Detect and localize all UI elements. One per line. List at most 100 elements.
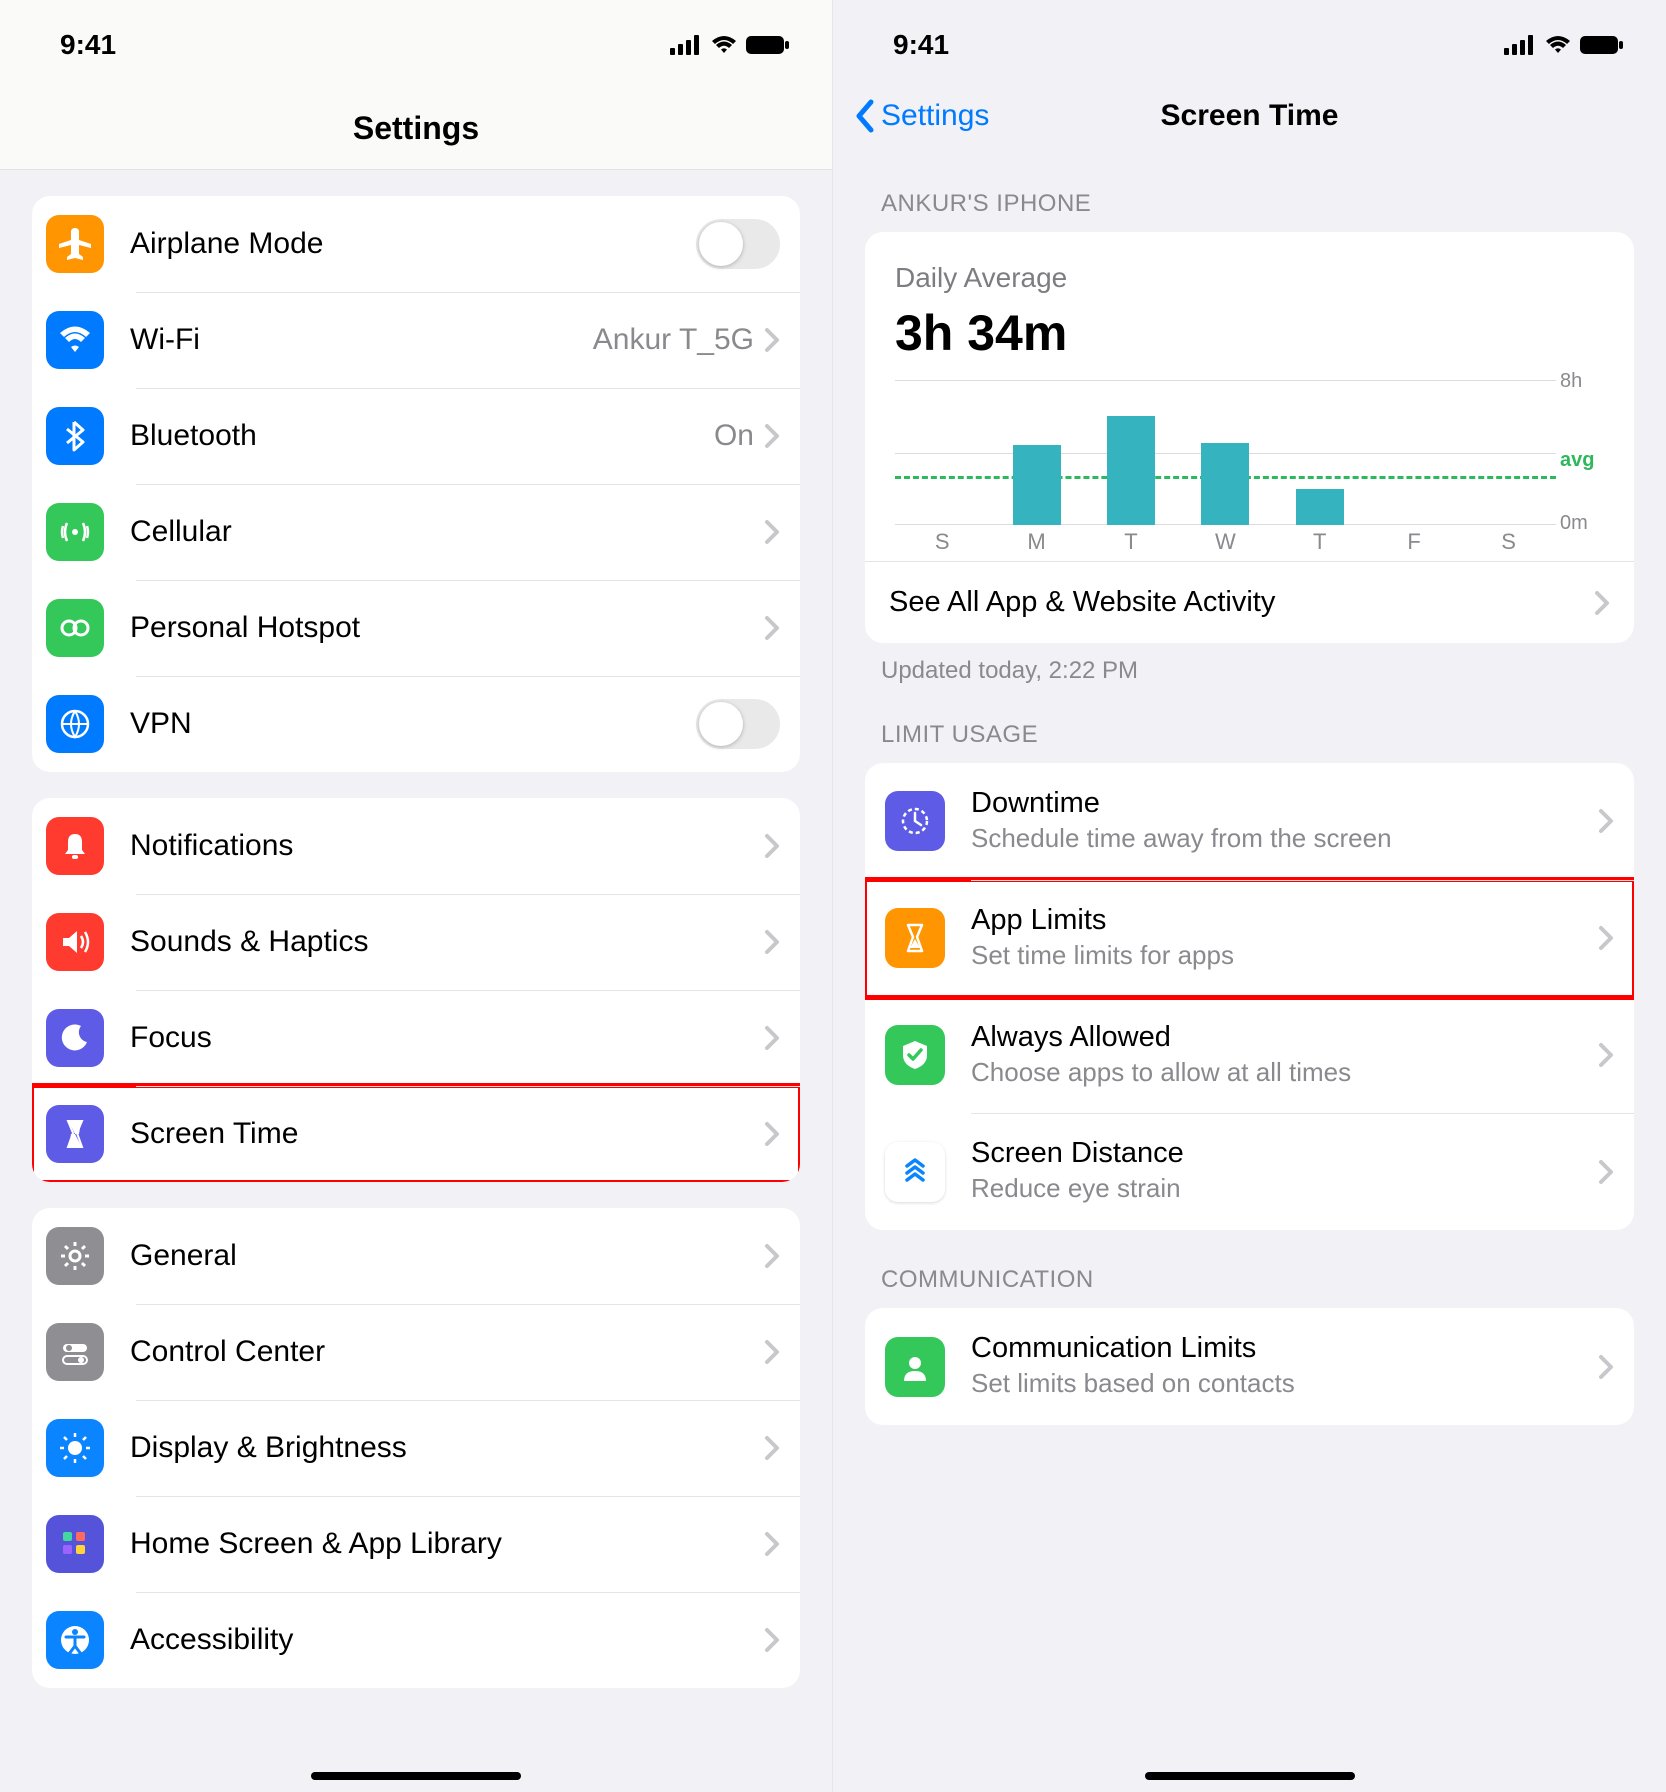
row-label: Bluetooth (130, 419, 714, 453)
back-button[interactable]: Settings (853, 98, 989, 134)
settings-group: Airplane ModeWi-FiAnkur T_5GBluetoothOnC… (32, 196, 800, 772)
settings-row-display-brightness[interactable]: Display & Brightness (32, 1400, 800, 1496)
daily-average-card[interactable]: Daily Average 3h 34m SMTWTFS 8h avg 0m S… (865, 232, 1634, 643)
row-title: Always Allowed (971, 1021, 1598, 1054)
ytick-bottom: 0m (1560, 512, 1604, 535)
chevron-right-icon (1594, 590, 1610, 616)
limit-row-always-allowed[interactable]: Always AllowedChoose apps to allow at al… (865, 997, 1634, 1114)
screentime-icon (46, 1105, 104, 1163)
row-label: Wi-Fi (130, 323, 593, 357)
device-section-header: ANKUR'S IPHONE (881, 190, 1634, 218)
settings-row-sounds-haptics[interactable]: Sounds & Haptics (32, 894, 800, 990)
chart-bar (1296, 489, 1344, 525)
daily-average-value: 3h 34m (895, 304, 1604, 362)
comm-row-communication-limits[interactable]: Communication LimitsSet limits based on … (865, 1308, 1634, 1425)
chart-bar (1013, 445, 1061, 525)
chevron-right-icon (1598, 1354, 1614, 1380)
settings-groups: Airplane ModeWi-FiAnkur T_5GBluetoothOnC… (0, 170, 832, 1688)
updated-label: Updated today, 2:22 PM (881, 657, 1666, 685)
back-label: Settings (881, 99, 989, 133)
row-label: Accessibility (130, 1623, 764, 1657)
battery-icon (746, 35, 790, 55)
notifications-icon (46, 817, 104, 875)
accessibility-icon (46, 1611, 104, 1669)
row-title: Downtime (971, 787, 1598, 820)
wifi-status-icon (710, 35, 738, 55)
chevron-right-icon (764, 1435, 780, 1461)
settings-row-vpn[interactable]: VPN (32, 676, 800, 772)
settings-row-airplane-mode[interactable]: Airplane Mode (32, 196, 800, 292)
limit-row-downtime[interactable]: DowntimeSchedule time away from the scre… (865, 763, 1634, 880)
settings-row-control-center[interactable]: Control Center (32, 1304, 800, 1400)
general-icon (46, 1227, 104, 1285)
vpn-icon (46, 695, 104, 753)
applimits-icon (885, 908, 945, 968)
row-label: Sounds & Haptics (130, 925, 764, 959)
chart-xlabel: F (1367, 529, 1461, 555)
home-indicator[interactable] (1145, 1772, 1355, 1780)
homescreen-icon (46, 1515, 104, 1573)
row-subtitle: Schedule time away from the screen (971, 822, 1598, 856)
limit-row-screen-distance[interactable]: Screen DistanceReduce eye strain (865, 1113, 1634, 1230)
row-label: Screen Time (130, 1117, 764, 1151)
commlimits-icon (885, 1337, 945, 1397)
row-text: Screen DistanceReduce eye strain (971, 1137, 1598, 1206)
settings-row-home-screen-app-library[interactable]: Home Screen & App Library (32, 1496, 800, 1592)
row-title: Communication Limits (971, 1332, 1598, 1365)
settings-row-cellular[interactable]: Cellular (32, 484, 800, 580)
row-subtitle: Set limits based on contacts (971, 1367, 1598, 1401)
settings-row-screen-time[interactable]: Screen Time (32, 1086, 800, 1182)
cellular-signal-icon (670, 35, 702, 55)
status-indicators (1504, 35, 1624, 55)
chevron-right-icon (764, 1627, 780, 1653)
wifi-icon (46, 311, 104, 369)
row-label: Control Center (130, 1335, 764, 1369)
airplane-icon (46, 215, 104, 273)
nav-bar: Settings Screen Time (833, 80, 1666, 156)
ytick-avg: avg (1560, 449, 1604, 472)
chevron-right-icon (764, 1339, 780, 1365)
row-label: VPN (130, 707, 696, 741)
settings-row-general[interactable]: General (32, 1208, 800, 1304)
status-bar: 9:41 (833, 0, 1666, 80)
chevron-right-icon (764, 519, 780, 545)
chart-bar (1201, 443, 1249, 525)
row-label: Notifications (130, 829, 764, 863)
controlcenter-icon (46, 1323, 104, 1381)
chart-xlabel: M (989, 529, 1083, 555)
row-text: Always AllowedChoose apps to allow at al… (971, 1021, 1598, 1090)
home-indicator[interactable] (311, 1772, 521, 1780)
chart-xlabel: S (1461, 529, 1555, 555)
screentime-screen: 9:41 Settings Screen Time ANKUR'S IPHONE… (833, 0, 1666, 1792)
chevron-right-icon (1598, 1042, 1614, 1068)
limit-usage-header: LIMIT USAGE (881, 721, 1634, 749)
see-all-activity-row[interactable]: See All App & Website Activity (865, 561, 1634, 643)
settings-row-personal-hotspot[interactable]: Personal Hotspot (32, 580, 800, 676)
settings-group: Notifications Sounds & Haptics Focus Screen… (32, 798, 800, 1182)
hotspot-icon (46, 599, 104, 657)
settings-row-focus[interactable]: Focus (32, 990, 800, 1086)
display-icon (46, 1419, 104, 1477)
row-label: General (130, 1239, 764, 1273)
focus-icon (46, 1009, 104, 1067)
toggle-switch[interactable] (696, 699, 780, 749)
limit-row-app-limits[interactable]: App LimitsSet time limits for apps (865, 880, 1634, 997)
settings-screen: 9:41 Settings Airplane ModeWi-FiAnkur T_… (0, 0, 833, 1792)
settings-group: General Control Center Display & Brightnes… (32, 1208, 800, 1688)
chevron-right-icon (764, 1121, 780, 1147)
cellular-signal-icon (1504, 35, 1536, 55)
row-label: Focus (130, 1021, 764, 1055)
downtime-icon (885, 791, 945, 851)
toggle-switch[interactable] (696, 219, 780, 269)
status-indicators (670, 35, 790, 55)
communication-group: Communication LimitsSet limits based on … (865, 1308, 1634, 1425)
row-label: Cellular (130, 515, 764, 549)
row-detail: On (714, 419, 754, 453)
settings-row-bluetooth[interactable]: BluetoothOn (32, 388, 800, 484)
settings-row-accessibility[interactable]: Accessibility (32, 1592, 800, 1688)
row-text: DowntimeSchedule time away from the scre… (971, 787, 1598, 856)
row-title: App Limits (971, 904, 1598, 937)
screendistance-icon (885, 1142, 945, 1202)
settings-row-notifications[interactable]: Notifications (32, 798, 800, 894)
settings-row-wi-fi[interactable]: Wi-FiAnkur T_5G (32, 292, 800, 388)
